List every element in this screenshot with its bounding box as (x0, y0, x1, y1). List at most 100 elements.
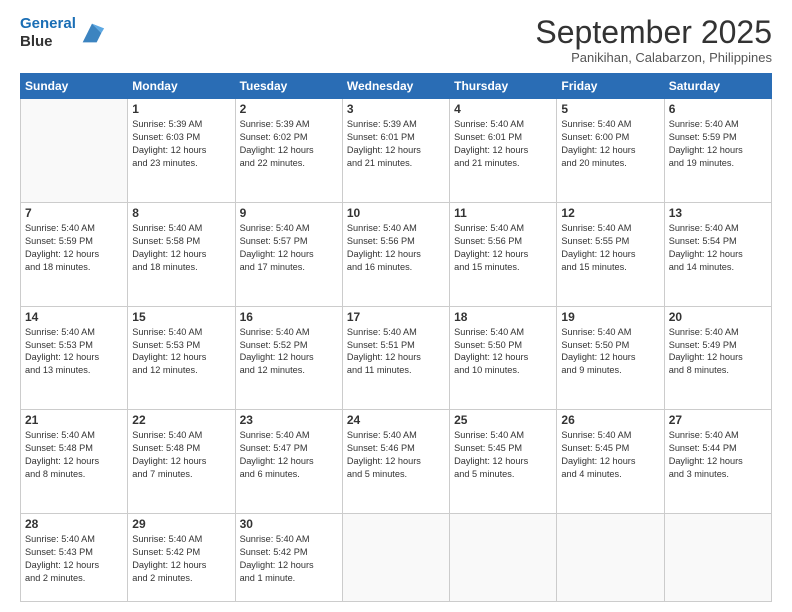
table-row: 22Sunrise: 5:40 AMSunset: 5:48 PMDayligh… (128, 410, 235, 514)
day-number: 18 (454, 310, 552, 324)
day-number: 9 (240, 206, 338, 220)
col-thursday: Thursday (450, 74, 557, 99)
location: Panikihan, Calabarzon, Philippines (535, 50, 772, 65)
day-number: 16 (240, 310, 338, 324)
day-number: 27 (669, 413, 767, 427)
day-number: 17 (347, 310, 445, 324)
title-block: September 2025 Panikihan, Calabarzon, Ph… (535, 15, 772, 65)
col-wednesday: Wednesday (342, 74, 449, 99)
day-info: Sunrise: 5:40 AMSunset: 5:53 PMDaylight:… (25, 326, 123, 378)
day-number: 24 (347, 413, 445, 427)
day-info: Sunrise: 5:40 AMSunset: 5:57 PMDaylight:… (240, 222, 338, 274)
table-row: 1 Sunrise: 5:39 AMSunset: 6:03 PMDaylight… (128, 99, 235, 203)
day-number: 1 (132, 102, 230, 116)
table-row: 10 Sunrise: 5:40 AMSunset: 5:56 PMDayligh… (342, 202, 449, 306)
table-row: 8Sunrise: 5:40 AMSunset: 5:58 PMDaylight… (128, 202, 235, 306)
day-info: Sunrise: 5:40 AMSunset: 5:59 PMDaylight:… (669, 118, 767, 170)
day-number: 30 (240, 517, 338, 531)
day-info: Sunrise: 5:40 AMSunset: 5:54 PMDaylight:… (669, 222, 767, 274)
day-number: 7 (25, 206, 123, 220)
table-row: 7 Sunrise: 5:40 AMSunset: 5:59 PMDaylight… (21, 202, 128, 306)
day-info: Sunrise: 5:40 AMSunset: 6:01 PMDaylight:… (454, 118, 552, 170)
day-number: 19 (561, 310, 659, 324)
col-tuesday: Tuesday (235, 74, 342, 99)
table-row: 19 Sunrise: 5:40 AMSunset: 5:50 PMDayligh… (557, 306, 664, 410)
day-number: 20 (669, 310, 767, 324)
day-number: 23 (240, 413, 338, 427)
day-info: Sunrise: 5:40 AMSunset: 5:45 PMDaylight:… (454, 429, 552, 481)
table-row: 18 Sunrise: 5:40 AMSunset: 5:50 PMDayligh… (450, 306, 557, 410)
month-title: September 2025 (535, 15, 772, 50)
day-info: Sunrise: 5:40 AMSunset: 5:49 PMDaylight:… (669, 326, 767, 378)
day-info: Sunrise: 5:39 AMSunset: 6:03 PMDaylight:… (132, 118, 230, 170)
day-number: 22 (132, 413, 230, 427)
day-number: 26 (561, 413, 659, 427)
day-info: Sunrise: 5:40 AMSunset: 5:59 PMDaylight:… (25, 222, 123, 274)
table-row: 20 Sunrise: 5:40 AMSunset: 5:49 PMDayligh… (664, 306, 771, 410)
table-row (342, 514, 449, 602)
table-row: 11 Sunrise: 5:40 AMSunset: 5:56 PMDayligh… (450, 202, 557, 306)
logo-text: GeneralBlue (20, 15, 76, 51)
table-row: 27 Sunrise: 5:40 AMSunset: 5:44 PMDayligh… (664, 410, 771, 514)
col-sunday: Sunday (21, 74, 128, 99)
table-row: 12 Sunrise: 5:40 AMSunset: 5:55 PMDayligh… (557, 202, 664, 306)
day-number: 29 (132, 517, 230, 531)
table-row: 15 Sunrise: 5:40 AMSunset: 5:53 PMDayligh… (128, 306, 235, 410)
table-row: 23Sunrise: 5:40 AMSunset: 5:47 PMDayligh… (235, 410, 342, 514)
day-number: 5 (561, 102, 659, 116)
day-info: Sunrise: 5:40 AMSunset: 5:58 PMDaylight:… (132, 222, 230, 274)
day-number: 15 (132, 310, 230, 324)
header: GeneralBlue September 2025 Panikihan, Ca… (20, 15, 772, 65)
day-info: Sunrise: 5:40 AMSunset: 5:53 PMDaylight:… (132, 326, 230, 378)
day-number: 11 (454, 206, 552, 220)
col-saturday: Saturday (664, 74, 771, 99)
table-row: 26 Sunrise: 5:40 AMSunset: 5:45 PMDayligh… (557, 410, 664, 514)
day-info: Sunrise: 5:40 AMSunset: 5:42 PMDaylight:… (240, 533, 338, 585)
day-info: Sunrise: 5:40 AMSunset: 5:44 PMDaylight:… (669, 429, 767, 481)
day-number: 12 (561, 206, 659, 220)
day-info: Sunrise: 5:40 AMSunset: 5:56 PMDaylight:… (347, 222, 445, 274)
day-number: 10 (347, 206, 445, 220)
day-info: Sunrise: 5:40 AMSunset: 5:52 PMDaylight:… (240, 326, 338, 378)
logo-icon (78, 19, 106, 47)
day-info: Sunrise: 5:40 AMSunset: 5:56 PMDaylight:… (454, 222, 552, 274)
table-row: 6 Sunrise: 5:40 AMSunset: 5:59 PMDaylight… (664, 99, 771, 203)
day-number: 6 (669, 102, 767, 116)
table-row (450, 514, 557, 602)
day-info: Sunrise: 5:40 AMSunset: 5:42 PMDaylight:… (132, 533, 230, 585)
table-row: 16 Sunrise: 5:40 AMSunset: 5:52 PMDayligh… (235, 306, 342, 410)
table-row: 4 Sunrise: 5:40 AMSunset: 6:01 PMDaylight… (450, 99, 557, 203)
table-row (21, 99, 128, 203)
table-row (557, 514, 664, 602)
col-monday: Monday (128, 74, 235, 99)
day-number: 21 (25, 413, 123, 427)
day-number: 4 (454, 102, 552, 116)
day-info: Sunrise: 5:40 AMSunset: 5:55 PMDaylight:… (561, 222, 659, 274)
col-friday: Friday (557, 74, 664, 99)
table-row: 3Sunrise: 5:39 AMSunset: 6:01 PMDaylight… (342, 99, 449, 203)
day-info: Sunrise: 5:40 AMSunset: 5:50 PMDaylight:… (561, 326, 659, 378)
day-info: Sunrise: 5:40 AMSunset: 5:51 PMDaylight:… (347, 326, 445, 378)
day-info: Sunrise: 5:40 AMSunset: 5:50 PMDaylight:… (454, 326, 552, 378)
logo: GeneralBlue (20, 15, 106, 51)
table-row: 30 Sunrise: 5:40 AMSunset: 5:42 PMDayligh… (235, 514, 342, 602)
table-row: 24Sunrise: 5:40 AMSunset: 5:46 PMDayligh… (342, 410, 449, 514)
day-number: 25 (454, 413, 552, 427)
calendar-header-row: Sunday Monday Tuesday Wednesday Thursday… (21, 74, 772, 99)
table-row: 25 Sunrise: 5:40 AMSunset: 5:45 PMDayligh… (450, 410, 557, 514)
table-row: 5 Sunrise: 5:40 AMSunset: 6:00 PMDaylight… (557, 99, 664, 203)
day-number: 2 (240, 102, 338, 116)
day-number: 13 (669, 206, 767, 220)
table-row: 29 Sunrise: 5:40 AMSunset: 5:42 PMDayligh… (128, 514, 235, 602)
page: GeneralBlue September 2025 Panikihan, Ca… (0, 0, 792, 612)
table-row (664, 514, 771, 602)
day-number: 3 (347, 102, 445, 116)
table-row: 9 Sunrise: 5:40 AMSunset: 5:57 PMDaylight… (235, 202, 342, 306)
day-info: Sunrise: 5:39 AMSunset: 6:02 PMDaylight:… (240, 118, 338, 170)
table-row: 14Sunrise: 5:40 AMSunset: 5:53 PMDayligh… (21, 306, 128, 410)
table-row: 17 Sunrise: 5:40 AMSunset: 5:51 PMDayligh… (342, 306, 449, 410)
table-row: 21Sunrise: 5:40 AMSunset: 5:48 PMDayligh… (21, 410, 128, 514)
day-number: 28 (25, 517, 123, 531)
day-info: Sunrise: 5:40 AMSunset: 6:00 PMDaylight:… (561, 118, 659, 170)
day-info: Sunrise: 5:40 AMSunset: 5:45 PMDaylight:… (561, 429, 659, 481)
